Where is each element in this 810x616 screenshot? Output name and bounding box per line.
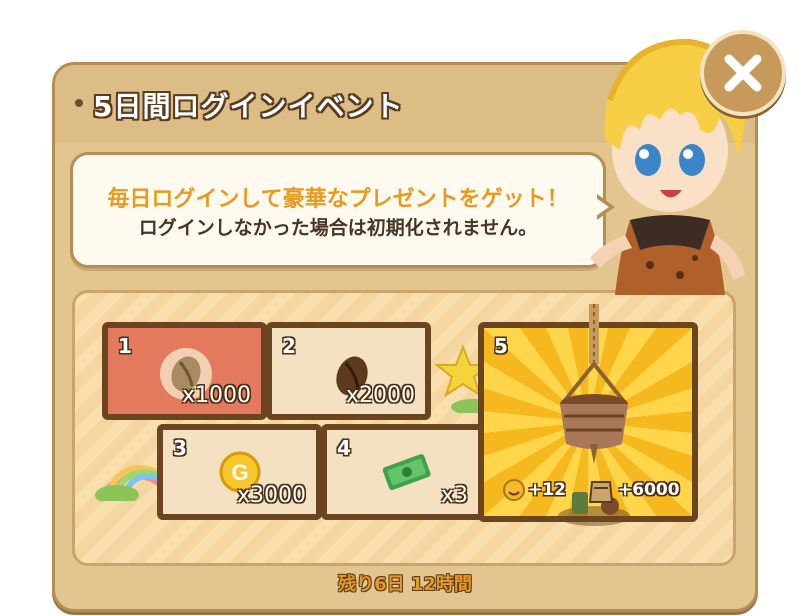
reward-tile-day-4[interactable]: 4 x3 (321, 424, 484, 520)
hanging-planter-icon (560, 304, 628, 464)
bubble-highlight-text: 毎日ログインして豪華なプレゼントをゲット！ (107, 187, 569, 212)
close-icon (724, 54, 762, 92)
coffee-sack-icon (588, 481, 614, 503)
bubble-note-text: ログインしなかった場合は初期化されません。 (138, 217, 538, 239)
day-number: 3 (173, 436, 187, 460)
speech-bubble: 毎日ログインして豪華なプレゼントをゲット！ ログインしなかった場合は初期化されま… (70, 152, 606, 268)
day-number: 2 (282, 334, 296, 358)
reward-quantity: x1000 (181, 383, 251, 408)
close-button[interactable] (700, 30, 786, 116)
day-number: 5 (494, 334, 508, 358)
cash-bundle-icon (382, 454, 431, 491)
happy-face-icon (503, 479, 525, 501)
remaining-time: 残り6日 12時間 (338, 574, 472, 595)
reward-quantity: x3 (440, 483, 468, 508)
bonus-coffee-value: +6000 (618, 480, 680, 500)
dialog-title: 5日間ログインイベント (93, 90, 404, 123)
reward-quantity: x2000 (345, 383, 415, 408)
reward-tile-day-1[interactable]: 1 x1000 (102, 322, 267, 420)
day-number: 4 (337, 436, 351, 460)
svg-text:G: G (231, 460, 248, 485)
bonus-happiness-value: +12 (528, 480, 566, 500)
reward-tile-day-2[interactable]: 2 x2000 (266, 322, 431, 420)
reward-quantity: x3000 (236, 483, 306, 508)
day-number: 1 (118, 334, 132, 358)
title-bullet-icon (75, 99, 83, 107)
reward-tile-day-3[interactable]: 3 G x3000 (157, 424, 322, 520)
reward-tile-day-5[interactable]: 5 +12 +6000 (478, 304, 698, 526)
